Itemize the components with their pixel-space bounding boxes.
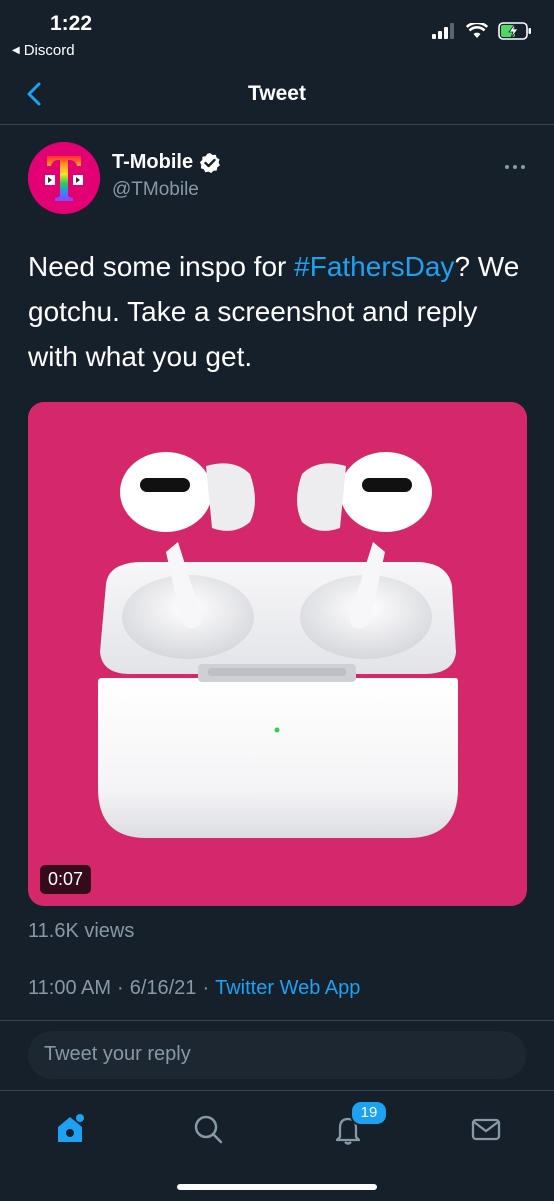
tmobile-logo-icon [28,142,100,214]
display-name[interactable]: T-Mobile [112,151,193,174]
back-app-label: Discord [23,42,75,59]
top-header: Tweet [0,66,554,125]
more-options-button[interactable] [504,154,526,175]
tweet-text: Need some inspo for #FathersDay? We gotc… [28,244,528,379]
hashtag-link[interactable]: #FathersDay [294,251,454,282]
meta-separator-2: · [202,977,210,999]
author-name-row[interactable]: T-Mobile [112,151,221,174]
author-handle[interactable]: @TMobile [112,179,199,201]
back-triangle-icon: ◀ [12,45,20,56]
tweet-source-link[interactable]: Twitter Web App [215,977,360,1000]
tweet-video[interactable]: 0:07 [28,402,527,906]
back-to-app[interactable]: ◀ Discord [12,42,75,59]
tab-search[interactable] [188,1109,228,1149]
tweet-meta: 11:00 AM · 6/16/21 · Twitter Web App [28,977,360,1000]
status-icons [432,22,532,40]
meta-separator: · [117,977,124,999]
tweet-text-start: Need some inspo for [28,251,295,282]
verified-badge-icon [200,152,221,173]
signal-icon [432,23,454,39]
tweet-date: 6/16/21 [129,977,197,999]
status-time: 1:22 [50,12,93,35]
tab-home[interactable] [50,1109,90,1149]
battery-charging-icon [498,22,531,40]
mail-icon [471,1118,501,1141]
home-icon [58,1114,84,1142]
reply-input[interactable]: Tweet your reply [28,1031,526,1079]
search-icon [194,1115,223,1144]
page-title: Tweet [248,82,306,105]
view-count: 11.6K views [28,920,135,942]
reply-placeholder: Tweet your reply [44,1043,191,1065]
divider [0,1020,554,1021]
wifi-icon [466,23,488,38]
home-indicator [177,1184,377,1190]
airpods-pro-image [98,452,458,838]
video-duration: 0:07 [40,865,92,894]
tab-messages[interactable] [466,1109,506,1149]
avatar[interactable] [28,142,100,214]
notifications-badge: 19 [350,1100,388,1126]
more-horizontal-icon [505,165,525,169]
tweet-time: 11:00 AM [28,977,112,999]
